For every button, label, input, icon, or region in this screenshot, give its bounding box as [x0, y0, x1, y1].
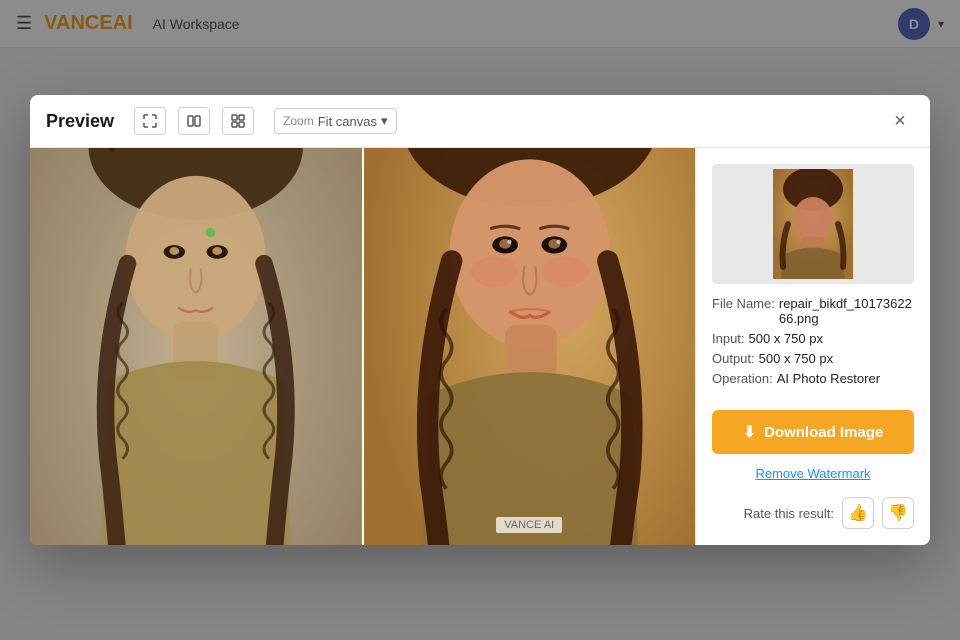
after-image: [364, 148, 696, 545]
modal-overlay: Preview Zo: [0, 0, 960, 640]
input-value: 500 x 750 px: [749, 331, 823, 346]
rate-label: Rate this result:: [744, 506, 834, 521]
input-row: Input: 500 x 750 px: [712, 331, 914, 346]
fullscreen-view-button[interactable]: [134, 107, 166, 135]
operation-label: Operation:: [712, 371, 773, 386]
info-sidebar: File Name: repair_bikdf_1017362266.png I…: [695, 148, 930, 545]
thumbs-down-button[interactable]: 👎: [882, 497, 914, 529]
rate-row: Rate this result: 👍 👎: [712, 493, 914, 529]
operation-value: AI Photo Restorer: [777, 371, 880, 386]
file-name-label: File Name:: [712, 296, 775, 326]
download-button[interactable]: ⬇ Download Image: [712, 410, 914, 454]
file-name-row: File Name: repair_bikdf_1017362266.png: [712, 296, 914, 326]
modal-header: Preview Zo: [30, 95, 930, 148]
zoom-label: Zoom: [283, 114, 314, 128]
download-icon: ⬇: [743, 422, 756, 442]
zoom-value: Fit canvas: [318, 114, 377, 129]
file-name-value: repair_bikdf_1017362266.png: [779, 296, 914, 326]
before-image: [30, 148, 362, 545]
output-value: 500 x 750 px: [759, 351, 833, 366]
zoom-control[interactable]: Zoom Fit canvas ▾: [274, 108, 396, 134]
modal-close-button[interactable]: ×: [886, 107, 914, 135]
grid-view-button[interactable]: [222, 107, 254, 135]
operation-row: Operation: AI Photo Restorer: [712, 371, 914, 386]
input-label: Input:: [712, 331, 745, 346]
before-panel: Before: [30, 148, 362, 545]
thumbs-down-icon: 👎: [888, 503, 908, 523]
output-row: Output: 500 x 750 px: [712, 351, 914, 366]
preview-modal: Preview Zo: [30, 95, 930, 545]
zoom-chevron-icon: ▾: [381, 113, 388, 129]
thumbnail-image: [773, 169, 853, 279]
download-label: Download Image: [764, 424, 883, 441]
thumbs-up-button[interactable]: 👍: [842, 497, 874, 529]
file-info: File Name: repair_bikdf_1017362266.png I…: [712, 296, 914, 386]
compare-area: Before: [30, 148, 695, 545]
remove-watermark-link[interactable]: Remove Watermark: [712, 466, 914, 481]
after-panel: After: [364, 148, 696, 545]
split-view-button[interactable]: [178, 107, 210, 135]
output-label: Output:: [712, 351, 755, 366]
thumbs-up-icon: 👍: [848, 503, 868, 523]
modal-title: Preview: [46, 111, 114, 132]
modal-body: Before: [30, 148, 930, 545]
thumbnail-box: [712, 164, 914, 284]
